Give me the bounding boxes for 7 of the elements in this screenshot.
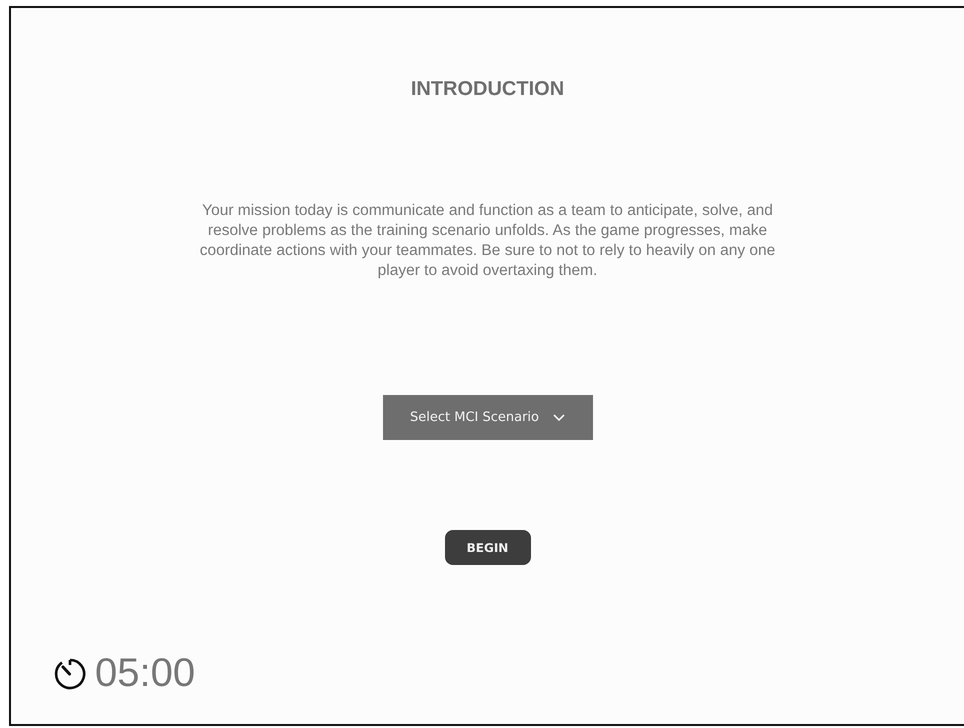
timer-text: 05:00: [95, 651, 196, 696]
timer-icon: [53, 656, 87, 690]
mission-text: Your mission today is communicate and function as a team to anticipate, solve, and resolve problems as the training scenario unfolds. As the game progresses, make coordinate actions with your teammates. Be sure to not to rely to heavily on any one player to avoid overtaxing them.: [198, 201, 776, 281]
chevron-down-icon: [553, 414, 565, 422]
scenario-dropdown[interactable]: Select MCI Scenario: [382, 395, 592, 440]
page-title: INTRODUCTION: [410, 78, 564, 101]
begin-button[interactable]: BEGIN: [444, 530, 530, 565]
